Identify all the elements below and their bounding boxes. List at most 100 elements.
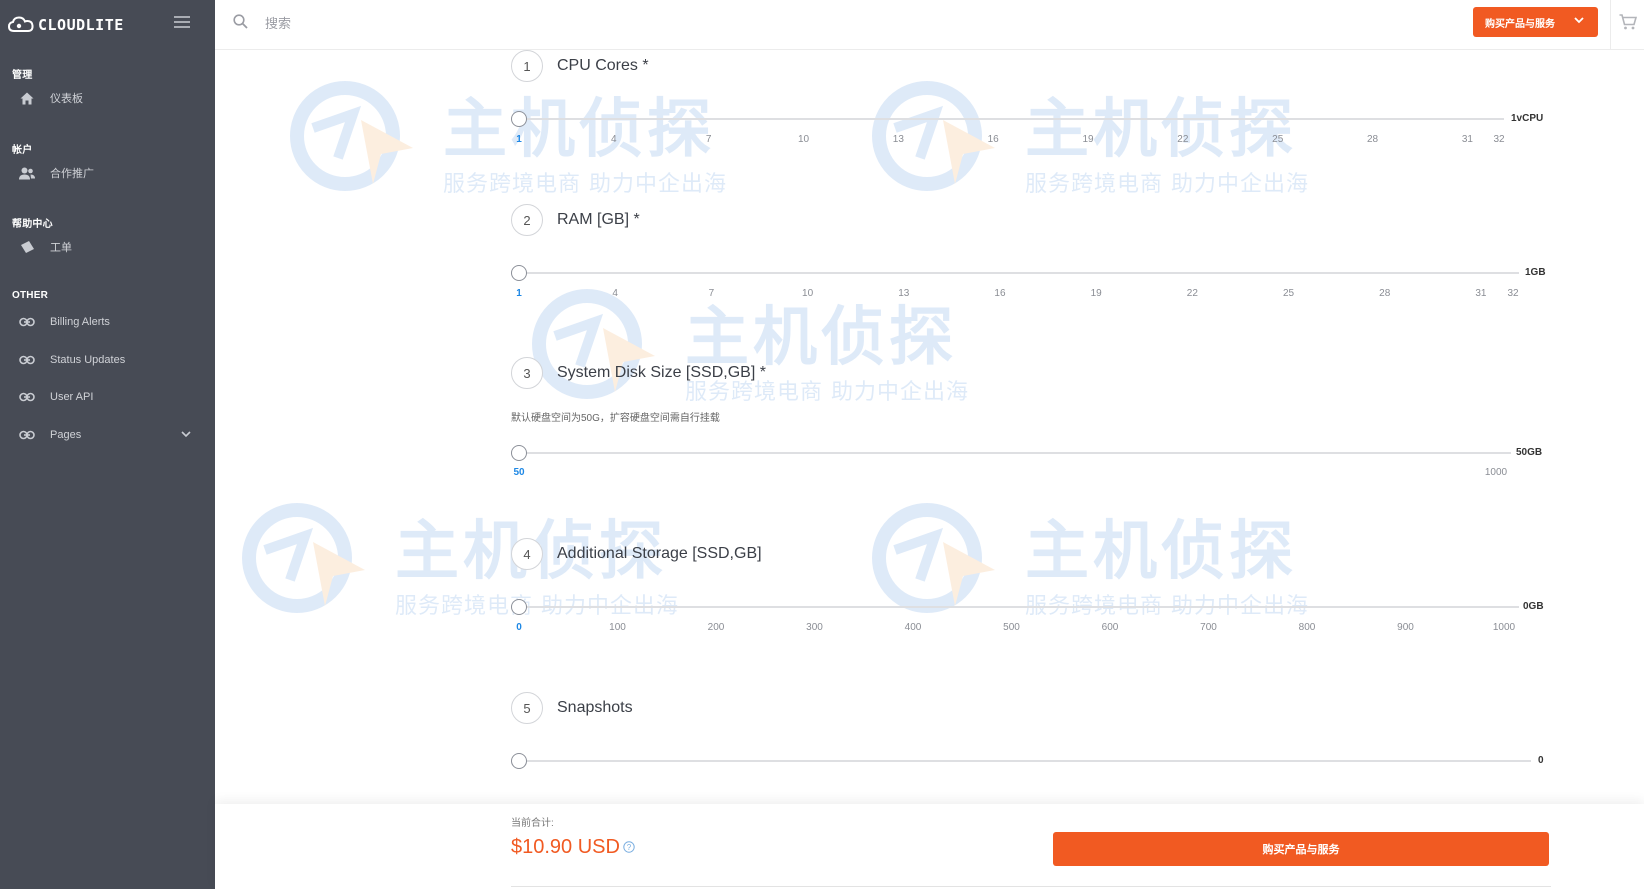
sidebar-item-affiliates[interactable]: 合作推广 — [18, 163, 203, 183]
sidebar-item-label: 仪表板 — [50, 93, 83, 105]
svg-text:?: ? — [627, 843, 632, 852]
slider-tick-label: 28 — [1379, 288, 1391, 299]
slider-tick-label: 16 — [994, 288, 1006, 299]
slider-tick-label: 22 — [1186, 288, 1198, 299]
slider-thumb[interactable] — [511, 445, 527, 461]
slider-thumb[interactable] — [511, 599, 527, 615]
sidebar-item-status-updates[interactable]: Status Updates — [18, 350, 203, 370]
sidebar-section-title: OTHER — [12, 290, 48, 301]
sidebar-section-title: 帮助中心 — [12, 219, 53, 230]
topbar-divider — [1610, 0, 1611, 50]
brand-logo[interactable]: CLOUDLITE — [8, 12, 124, 38]
link-icon — [18, 351, 36, 369]
cloud-icon — [8, 16, 34, 34]
config-step-cpu: 1 CPU Cores * 1vCPU 1 4 7 10 13 16 19 22 25 28 31 3… — [511, 50, 1644, 150]
sidebar-item-label: 合作推广 — [50, 168, 94, 180]
sidebar-item-user-api[interactable]: User API — [18, 387, 203, 407]
slider-tick-label: 300 — [806, 622, 823, 633]
sidebar-item-dashboard[interactable]: 仪表板 — [18, 88, 203, 108]
config-step-ram: 2 RAM [GB] * 1GB 1 4 7 10 13 16 19 22 25 28 31 32 — [511, 204, 1644, 304]
watermark-subtitle: 服务跨境电商 助力中企出海 — [443, 172, 727, 197]
slider-tick-label: 19 — [1090, 288, 1102, 299]
slider-tick-label: 31 — [1475, 288, 1487, 299]
slider-tick-label: 700 — [1200, 622, 1217, 633]
ticket-icon — [18, 238, 36, 256]
buy-products-label: 购买产品与服务 — [1485, 18, 1555, 30]
app-root: CLOUDLITE 管理 仪表板 帐户 合作推广 帮助中心 工单 OTHER B… — [0, 0, 1644, 889]
slider-tick-label: 600 — [1101, 622, 1119, 633]
sidebar-item-tickets[interactable]: 工单 — [18, 237, 203, 257]
slider-tick-label: 1000 — [1492, 622, 1516, 633]
slider-track[interactable] — [519, 118, 1504, 120]
watermark: 主机侦探 服务跨境电商 助力中企出海 — [283, 78, 726, 203]
slider-tick-label: 1000 — [1484, 467, 1508, 478]
watermark-logo-icon — [290, 81, 413, 191]
step-title: Additional Storage [SSD,GB] — [557, 545, 762, 562]
slider-tick-label: 32 — [1507, 288, 1519, 299]
slider-tick-label: 0 — [516, 622, 522, 633]
slider-tick-label: 500 — [1003, 622, 1020, 633]
slider-tick-label: 32 — [1493, 134, 1505, 145]
link-icon — [18, 388, 36, 406]
slider-tick-label: 13 — [892, 134, 904, 145]
slider-track[interactable] — [519, 452, 1511, 454]
slider-tick-label: 200 — [707, 622, 725, 633]
search-input[interactable] — [265, 12, 565, 34]
step-title: System Disk Size [SSD,GB] * — [557, 364, 766, 381]
buy-products-button[interactable]: 购买产品与服务 — [1473, 7, 1598, 37]
step-note: 默认硬盘空间为50G，扩容硬盘空间需自行挂载 — [511, 413, 720, 424]
step-number: 2 — [511, 204, 543, 236]
watermark: 主机侦探 服务跨境电商 助力中企出海 — [235, 500, 678, 625]
sidebar-item-label: Pages — [50, 429, 82, 441]
slider-track[interactable] — [519, 606, 1519, 608]
slider-tick-label: 10 — [797, 134, 810, 145]
sidebar-section-title: 帐户 — [12, 145, 33, 156]
watermark-subtitle: 服务跨境电商 助力中企出海 — [1025, 172, 1309, 197]
slider-tick-label: 4 — [612, 288, 618, 299]
step-title: CPU Cores * — [557, 57, 649, 74]
sidebar-item-label: Status Updates — [50, 354, 126, 366]
sidebar: CLOUDLITE 管理 仪表板 帐户 合作推广 帮助中心 工单 OTHER B… — [0, 0, 215, 889]
slider-tick-label: 7 — [708, 288, 715, 299]
slider-tick-label: 25 — [1282, 288, 1295, 299]
users-icon — [18, 164, 36, 182]
checkout-button[interactable]: 购买产品与服务 — [1053, 832, 1549, 866]
chevron-down-icon — [1574, 16, 1584, 27]
config-step-additional-storage: 4 Additional Storage [SSD,GB] 0GB 0 100 20… — [511, 538, 1644, 648]
slider-tick-label: 100 — [609, 622, 626, 633]
step-title: Snapshots — [557, 699, 633, 716]
slider-value: 1vCPU — [1511, 113, 1544, 124]
slider-track[interactable] — [519, 272, 1519, 274]
watermark-logo-icon — [242, 503, 365, 613]
step-number: 5 — [511, 692, 543, 724]
total-price-value: $10.90 USD — [511, 836, 620, 858]
sidebar-item-pages[interactable]: Pages — [18, 425, 203, 445]
sidebar-item-label: Billing Alerts — [50, 316, 110, 328]
help-icon[interactable]: ? — [623, 836, 635, 859]
slider-tick-label: 1 — [516, 288, 522, 299]
slider-tick-label: 13 — [898, 288, 910, 299]
slider-thumb[interactable] — [511, 265, 527, 281]
slider-tick-label: 1 — [516, 134, 522, 145]
total-price: $10.90 USD ? — [511, 836, 635, 859]
slider-thumb[interactable] — [511, 753, 527, 769]
sidebar-section-title: 管理 — [12, 70, 33, 81]
sidebar-item-billing-alerts[interactable]: Billing Alerts — [18, 312, 203, 332]
slider-value: 0GB — [1523, 601, 1544, 612]
slider-tick-label: 800 — [1298, 622, 1316, 633]
slider-tick-label: 400 — [904, 622, 922, 633]
slider-tick-label: 50 — [513, 467, 525, 478]
slider-thumb[interactable] — [511, 111, 527, 127]
chevron-down-icon — [181, 429, 191, 441]
slider-tick-label: 7 — [705, 134, 712, 145]
cart-icon[interactable] — [1619, 14, 1638, 35]
topbar: 购买产品与服务 — [215, 0, 1644, 50]
slider-track[interactable] — [519, 760, 1531, 762]
menu-toggle-icon[interactable] — [174, 16, 190, 28]
slider-value: 0 — [1538, 755, 1544, 766]
total-label: 当前合计: — [511, 818, 554, 829]
slider-tick-label: 25 — [1272, 134, 1284, 145]
config-step-snapshots: 5 Snapshots 0 — [511, 692, 1644, 782]
search-icon[interactable] — [233, 14, 248, 34]
slider-tick-label: 28 — [1366, 134, 1379, 145]
